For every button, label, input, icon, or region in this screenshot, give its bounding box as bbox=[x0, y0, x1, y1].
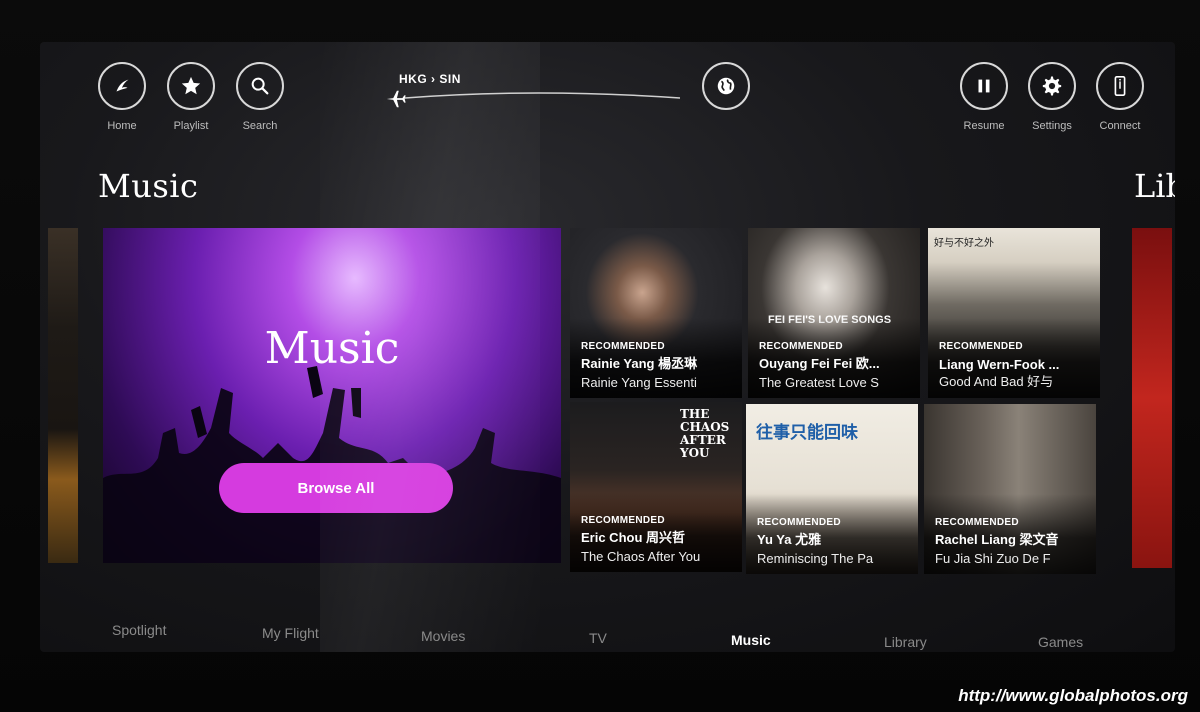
ife-screen: Home Playlist Search HKG › SIN Resume Se… bbox=[40, 42, 1175, 652]
previous-section-peek[interactable] bbox=[48, 228, 78, 563]
globe-icon bbox=[717, 77, 735, 95]
playlist-circle bbox=[167, 62, 215, 110]
plane-icon bbox=[386, 90, 406, 108]
home-label: Home bbox=[107, 120, 137, 132]
tab-games[interactable]: Games bbox=[1038, 634, 1083, 650]
tile-artist: Rainie Yang 楊丞琳 bbox=[581, 356, 698, 371]
section-title: Music bbox=[98, 167, 199, 205]
tile-artist: Rachel Liang 梁文音 bbox=[935, 532, 1059, 547]
album-tile-rachel-liang[interactable]: RECOMMENDED Rachel Liang 梁文音 Fu Jia Shi … bbox=[924, 404, 1096, 574]
tab-music[interactable]: Music bbox=[731, 632, 771, 648]
pause-icon bbox=[978, 79, 990, 93]
tile-album: Reminiscing The Pa bbox=[757, 551, 874, 566]
browse-all-button[interactable]: Browse All bbox=[219, 463, 453, 513]
recommended-badge: RECOMMENDED bbox=[935, 517, 1019, 528]
gear-icon bbox=[1042, 76, 1062, 96]
tile-album: Fu Jia Shi Zuo De F bbox=[935, 551, 1051, 566]
settings-circle bbox=[1028, 62, 1076, 110]
album-tile-ouyang-fei-fei[interactable]: FEI FEI'S LOVE SONGS RECOMMENDED Ouyang … bbox=[748, 228, 920, 398]
settings-label: Settings bbox=[1032, 120, 1072, 132]
tile-artist: Liang Wern-Fook ... bbox=[939, 357, 1060, 372]
home-circle bbox=[98, 62, 146, 110]
recommended-badge: RECOMMENDED bbox=[757, 517, 841, 528]
recommended-badge: RECOMMENDED bbox=[939, 341, 1023, 352]
tab-tv[interactable]: TV bbox=[589, 630, 607, 646]
map-circle bbox=[702, 62, 750, 110]
album-tile-rainie-yang[interactable]: RECOMMENDED Rainie Yang 楊丞琳 Rainie Yang … bbox=[570, 228, 742, 398]
recommended-badge: RECOMMENDED bbox=[581, 341, 665, 352]
tab-spotlight[interactable]: Spotlight bbox=[112, 622, 166, 638]
album-tile-yu-ya[interactable]: 往事只能回味 RECOMMENDED Yu Ya 尤雅 Reminiscing … bbox=[746, 404, 918, 574]
connect-label: Connect bbox=[1099, 120, 1141, 132]
playlist-button[interactable]: Playlist bbox=[167, 62, 215, 132]
music-hero-card[interactable]: Music Browse All bbox=[103, 228, 561, 563]
search-label: Search bbox=[242, 120, 278, 132]
tile-artist: Ouyang Fei Fei 欧... bbox=[759, 356, 880, 371]
phone-info-icon bbox=[1114, 76, 1126, 96]
tile-artist: Yu Ya 尤雅 bbox=[757, 532, 822, 547]
album-tile-liang-wern-fook[interactable]: 好与不好之外 RECOMMENDED Liang Wern-Fook ... G… bbox=[928, 228, 1100, 398]
tab-movies[interactable]: Movies bbox=[421, 628, 465, 644]
next-section-title: Lib bbox=[1134, 167, 1175, 205]
recommended-badge: RECOMMENDED bbox=[759, 341, 843, 352]
settings-button[interactable]: Settings bbox=[1028, 62, 1076, 132]
playlist-label: Playlist bbox=[173, 120, 209, 132]
tab-my-flight[interactable]: My Flight bbox=[262, 625, 319, 641]
tile-album: The Chaos After You bbox=[581, 549, 701, 564]
tile-album: Good And Bad 好与 bbox=[939, 374, 1054, 389]
resume-circle bbox=[960, 62, 1008, 110]
tile-album: Rainie Yang Essenti bbox=[581, 375, 697, 390]
next-section-peek[interactable] bbox=[1132, 228, 1172, 568]
cover-text: 往事只能回味 bbox=[756, 423, 858, 442]
search-icon bbox=[251, 77, 269, 95]
flight-route[interactable]: HKG › SIN bbox=[385, 68, 685, 118]
tab-library[interactable]: Library bbox=[884, 634, 927, 650]
star-icon bbox=[181, 76, 201, 95]
tile-artist: Eric Chou 周兴哲 bbox=[581, 530, 686, 545]
search-button[interactable]: Search bbox=[236, 62, 284, 132]
recommended-badge: RECOMMENDED bbox=[581, 515, 665, 526]
singapore-bird-icon bbox=[116, 79, 129, 92]
map-button[interactable] bbox=[702, 62, 750, 110]
resume-button[interactable]: Resume bbox=[960, 62, 1008, 132]
home-button[interactable]: Home bbox=[98, 62, 146, 132]
watermark: http://www.globalphotos.org bbox=[958, 686, 1188, 705]
cover-text: 好与不好之外 bbox=[934, 238, 994, 249]
cover-text: THE CHAOS AFTER YOU bbox=[680, 407, 730, 460]
connect-button[interactable]: Connect bbox=[1096, 62, 1144, 132]
bottom-nav: Spotlight My Flight Movies TV Music Libr… bbox=[40, 612, 1175, 652]
connect-circle bbox=[1096, 62, 1144, 110]
resume-label: Resume bbox=[963, 120, 1005, 132]
search-circle bbox=[236, 62, 284, 110]
album-tile-eric-chou[interactable]: THE CHAOS AFTER YOU RECOMMENDED Eric Cho… bbox=[570, 402, 742, 572]
route-line bbox=[404, 92, 681, 99]
hero-title: Music bbox=[264, 323, 400, 374]
tile-album: The Greatest Love S bbox=[759, 375, 879, 390]
